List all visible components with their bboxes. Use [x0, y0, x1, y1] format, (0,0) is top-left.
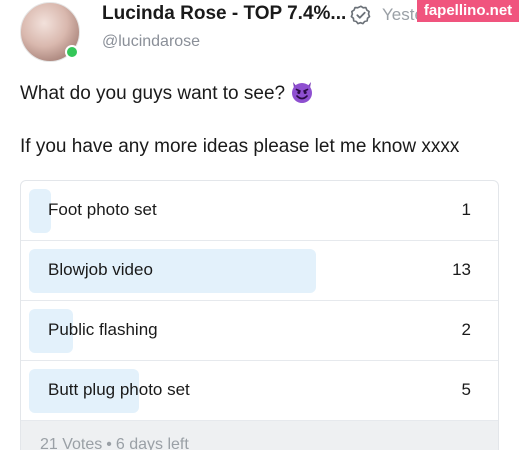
poll-option[interactable]: Blowjob video 13	[21, 241, 498, 301]
poll-option-label: Blowjob video	[48, 260, 153, 279]
poll-option-label: Butt plug photo set	[48, 380, 190, 399]
poll-option-votes: 5	[461, 380, 471, 399]
online-status-dot	[65, 45, 79, 59]
poll-separator: •	[106, 436, 112, 450]
verified-check-icon	[350, 5, 371, 25]
poll-option[interactable]: Foot photo set 1	[21, 181, 498, 241]
poll-option[interactable]: Public flashing 2	[21, 301, 498, 361]
poll-option-votes: 1	[461, 200, 471, 219]
post-text-line-1: What do you guys want to see?	[20, 78, 315, 105]
poll-total-votes: 21 Votes	[40, 436, 103, 450]
watermark: fapellino.net	[417, 0, 519, 22]
author-name[interactable]: Lucinda Rose - TOP 7.4%...	[102, 3, 346, 25]
post-text-line-2: If you have any more ideas please let me…	[20, 136, 460, 157]
poll-option-label: Public flashing	[48, 320, 158, 339]
poll-option[interactable]: Butt plug photo set 5	[21, 361, 498, 421]
poll-time-left: 6 days left	[115, 436, 189, 450]
poll-option-label: Foot photo set	[48, 200, 157, 219]
poll-summary: 21 Votes • 6 days left	[40, 436, 189, 450]
poll-option-votes: 13	[452, 260, 471, 279]
smiling-devil-emoji-icon	[292, 82, 313, 103]
poll-option-votes: 2	[461, 320, 471, 339]
username[interactable]: @lucindarose	[102, 33, 200, 51]
poll-footer: 21 Votes • 6 days left	[21, 421, 498, 450]
post-text-question: What do you guys want to see?	[20, 83, 286, 104]
poll: Foot photo set 1 Blowjob video 13 Public…	[20, 180, 499, 450]
